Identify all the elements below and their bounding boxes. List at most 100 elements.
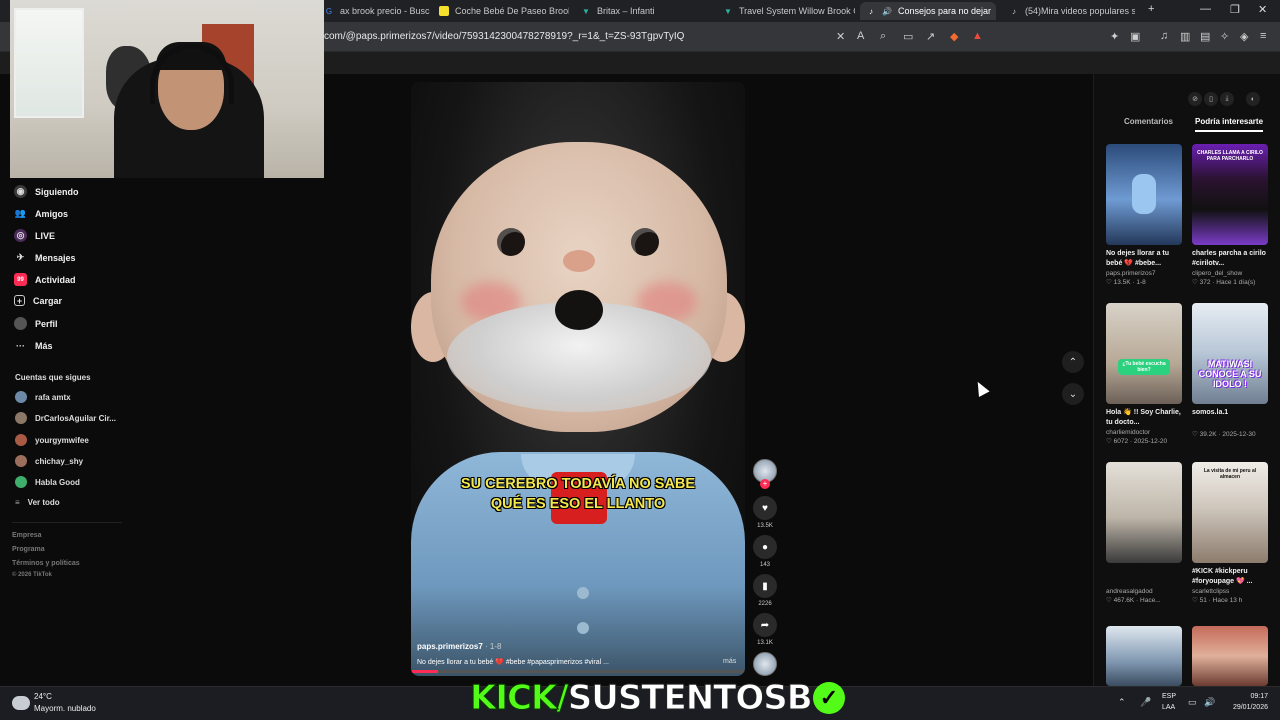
keyboard-language[interactable]: ESP [1162,693,1176,700]
following-account[interactable]: yourgymwifee [15,434,89,446]
video-thumbnail: MATIWASI CONOCE A SU IDOLO ! [1192,303,1268,404]
tab-search[interactable]: G ax brook precio - Buscar co [318,2,430,20]
following-account[interactable]: chichay_shy [15,455,83,467]
minimize-button[interactable]: — [1200,3,1211,15]
vpn-icon[interactable]: ◈ [1240,30,1248,43]
video-character-mouth [555,290,603,330]
tab-search-icon[interactable]: ▣ [1130,30,1140,43]
close-window-button[interactable]: ✕ [1258,3,1267,16]
nav-following[interactable]: ◉ Siguiendo [14,185,79,198]
video-character-button [577,587,589,599]
chevron-up-icon[interactable]: ⌃ [1118,697,1126,708]
video-author[interactable]: paps.primerizos7 · 1-8 [417,642,501,651]
video-player[interactable]: SU CEREBRO TODAVÍA NO SABE QUÉ ES ESO EL… [411,82,745,676]
copyright: © 2026 TikTok [12,572,52,578]
suggested-video-card[interactable]: andreasalgadod ♡ 467.6K · Hace... [1106,462,1182,604]
avatar [15,412,27,424]
menu-icon[interactable]: ≡ [1260,30,1266,42]
like-button[interactable]: ♥ 13.5K [752,496,778,529]
suggested-video-card[interactable]: La visita de mi peru al almacen #KICK #k… [1192,462,1268,604]
suggested-video-card[interactable]: CHARLES LLAMA A CIRILO PARA PARCHARLO ch… [1192,144,1268,286]
nav-live[interactable]: ◎ LIVE [14,229,55,242]
brave-shield-icon[interactable]: ◆ [950,30,958,43]
suggested-video-card[interactable]: ¿Tu bebé escucha bien? Hola 👋 !! Soy Cha… [1106,303,1182,445]
video-description: No dejes llorar a tu bebé 💔 #bebe #papas… [417,659,609,666]
nav-friends[interactable]: 👥 Amigos [14,207,68,220]
avatar [15,476,27,488]
following-account[interactable]: DrCarlosAguilar Cir... [15,412,116,424]
more-link[interactable]: más [723,658,736,665]
follow-plus-icon[interactable]: + [760,479,770,489]
cast-icon[interactable]: ▭ [903,30,913,43]
suggested-video-card[interactable]: MATIWASI CONOCE A SU IDOLO ! somos.la.1 … [1192,303,1268,438]
tab-travel-system[interactable]: ▼ Travel System Willow Brook Or [717,2,855,20]
previous-video-button[interactable]: ⌃ [1062,351,1084,373]
suggested-video-card[interactable] [1192,626,1268,686]
video-character-button [577,622,589,634]
volume-icon[interactable]: 🔊 [1204,697,1215,708]
following-account[interactable]: Habla Good [15,476,80,488]
maximize-button[interactable]: ❐ [1230,3,1240,16]
clock-date[interactable]: 29/01/2026 [1220,704,1268,711]
see-all-link[interactable]: ≡ Ver todo [15,498,60,507]
divider [12,522,122,523]
mouse-cursor-icon [972,379,990,397]
messages-icon: ✈ [16,252,25,262]
nav-profile[interactable]: Perfil [14,317,58,330]
tab-comments[interactable]: Comentarios [1124,117,1173,126]
block-icon[interactable]: ⊘ [1188,92,1202,106]
share-icon[interactable]: ↗ [926,30,935,43]
friends-icon: 👥 [14,208,27,218]
mute-icon[interactable]: ✕ [836,30,845,43]
following-account[interactable]: rafa amtx [15,391,71,403]
video-thumbnail: CHARLES LLAMA A CIRILO PARA PARCHARLO [1192,144,1268,245]
wallet-icon[interactable]: ▤ [1200,30,1210,43]
share-button[interactable]: ➦ 13.1K [752,613,778,646]
footer-link-program[interactable]: Programa [12,546,45,553]
zoom-icon[interactable]: ⌕ [880,30,886,43]
sidebar-icon[interactable]: ▥ [1180,30,1190,43]
footer-link-business[interactable]: Empresa [12,532,42,539]
suggested-video-card[interactable] [1106,626,1182,686]
leo-icon[interactable]: ✧ [1220,30,1229,43]
clock-time[interactable]: 09:17 [1220,693,1268,700]
brave-rewards-icon[interactable]: ▲ [972,30,983,42]
mercadolibre-icon [439,6,449,16]
phone-icon[interactable]: ▯ [1204,92,1218,106]
tab-mercadolibre[interactable]: Coche Bebé De Paseo Brook C [433,2,569,20]
tab-tiktok-active[interactable]: ♪ 🔊 Consejos para no dejar ✕ [860,2,996,20]
nav-upload[interactable]: + Cargar [14,295,62,306]
new-tab-button[interactable]: + [1148,3,1154,15]
chevron-down-icon: ≡ [15,498,20,507]
url-field[interactable]: com/@paps.primerizos7/video/759314230047… [324,31,684,42]
sound-avatar[interactable] [753,652,777,676]
share-arrow-icon: ➦ [753,613,777,637]
nav-messages[interactable]: ✈ Mensajes [14,251,76,264]
more-icon: ··· [16,340,25,351]
extensions-icon[interactable]: ✦ [1110,30,1119,43]
live-icon: ◎ [14,229,27,242]
stream-overlay-banner: KICK/SUSTENTOSB [470,678,814,719]
download-icon[interactable]: ⤓ [1220,92,1234,106]
nav-activity[interactable]: 99 Actividad [14,273,76,286]
suggested-video-card[interactable]: No dejes llorar a tu bebé 💔 #bebe... pap… [1106,144,1182,286]
footer-link-terms[interactable]: Términos y políticas [12,560,80,567]
keyboard-layout[interactable]: LAA [1162,704,1175,711]
save-button[interactable]: ▮ 2226 [752,574,778,607]
media-icon[interactable]: ♫ [1160,30,1168,42]
video-progress-bar[interactable] [411,670,745,673]
microphone-icon[interactable]: 🎤 [1140,697,1151,708]
next-video-button[interactable]: ⌄ [1062,383,1084,405]
tab-suggested[interactable]: Podría interesarte [1195,117,1264,132]
weather-temperature[interactable]: 24°C [34,692,52,701]
weather-condition[interactable]: Mayorm. nublado [34,704,96,713]
tab-britax[interactable]: ▼ Britax – Infanti [575,2,705,20]
video-character-eye [497,228,525,256]
toggle-icon[interactable]: ◐ [1246,92,1260,106]
tab-tiktok-popular[interactable]: ♪ (54)Mira videos populares sele [1003,2,1135,20]
translate-icon[interactable]: A [857,30,864,42]
nav-more[interactable]: ··· Más [14,339,53,352]
comment-button[interactable]: ● 143 [752,535,778,568]
network-icon[interactable]: ▭ [1188,697,1197,708]
right-panel: ⊘ ▯ ⤓ ◐ Comentarios Podría interesarte N… [1093,74,1280,686]
